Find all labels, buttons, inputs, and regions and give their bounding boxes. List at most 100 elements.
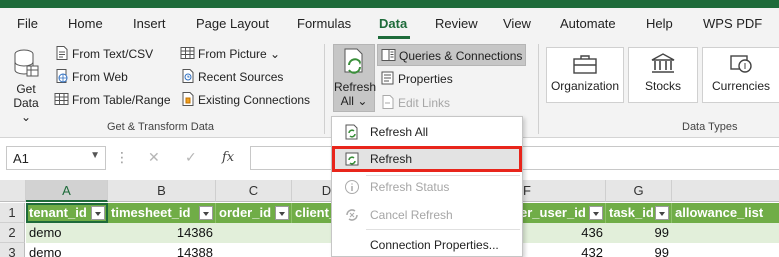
table-header-cell[interactable]: order_id (216, 203, 292, 223)
from-picture-button[interactable]: From Picture ⌄ (180, 46, 280, 61)
filter-dropdown-icon[interactable] (199, 206, 213, 220)
column-header-a[interactable]: A (26, 180, 108, 202)
organization-label: Organization (550, 79, 620, 93)
row-header-1[interactable]: 1 (0, 203, 25, 223)
text-file-icon (56, 46, 68, 60)
bank-icon (651, 53, 675, 73)
edit-links-button[interactable]: Edit Links (380, 95, 450, 110)
refresh-all-icon (345, 124, 358, 140)
table-header-cell[interactable]: tenant_id (26, 203, 108, 223)
header-text: allowance_list (675, 205, 764, 220)
tab-automate[interactable]: Automate (560, 16, 616, 31)
table-cell[interactable]: 14388 (108, 243, 216, 257)
table-cell[interactable]: 14386 (108, 223, 216, 243)
enter-icon[interactable]: ✓ (185, 149, 197, 166)
connections-icon (182, 92, 194, 106)
tab-page-layout[interactable]: Page Layout (196, 16, 269, 31)
column-header-b[interactable]: B (108, 180, 216, 202)
row-header-3[interactable]: 3 (0, 243, 25, 257)
header-text: task_id (609, 205, 654, 220)
title-bar-strip (0, 0, 779, 8)
currencies-label: Currencies (711, 79, 771, 93)
tab-review[interactable]: Review (435, 16, 478, 31)
from-text-csv-button[interactable]: From Text/CSV (54, 46, 153, 61)
table-cell[interactable]: 99 (606, 223, 672, 243)
data-type-currencies[interactable]: Currencies (702, 47, 779, 103)
tab-insert[interactable]: Insert (133, 16, 166, 31)
chevron-down-icon: ▼ (90, 150, 100, 161)
table-header-cell[interactable]: task_id (606, 203, 672, 223)
group-separator (324, 44, 325, 134)
menu-item-label: Refresh Status (370, 180, 450, 194)
tab-view[interactable]: View (503, 16, 531, 31)
column-header-h[interactable] (672, 180, 779, 202)
picture-table-icon (180, 47, 195, 59)
group-label-data-types: Data Types (682, 121, 738, 133)
table-header-cell[interactable]: allowance_list (672, 203, 779, 223)
data-type-organization[interactable]: Organization (546, 47, 624, 103)
menu-item-refresh-status[interactable]: Refresh Status (332, 174, 522, 200)
queries-pane-icon (381, 49, 396, 61)
refresh-all-label2: All ⌄ (340, 94, 368, 108)
filter-dropdown-icon[interactable] (655, 206, 669, 220)
menu-item-refresh-all[interactable]: Refresh All (332, 119, 522, 145)
tab-help[interactable]: Help (646, 16, 673, 31)
queries-connections-button[interactable]: Queries & Connections (377, 44, 526, 66)
data-type-stocks[interactable]: Stocks (628, 47, 698, 103)
recent-sources-button[interactable]: Recent Sources (180, 69, 283, 84)
header-text: client_ (295, 205, 337, 220)
currency-icon (730, 55, 752, 73)
more-dots-icon: ⋮ (115, 149, 129, 165)
database-icon (14, 49, 39, 77)
refresh-all-icon (344, 48, 363, 74)
name-box-value: A1 (13, 151, 29, 166)
tab-data[interactable]: Data (379, 16, 407, 31)
table-cell[interactable]: 99 (606, 243, 672, 257)
get-data-label1: Get (16, 82, 36, 96)
menu-item-connection-properties[interactable]: Connection Properties... (332, 232, 522, 257)
filter-dropdown-icon[interactable] (91, 206, 105, 220)
briefcase-icon (573, 55, 597, 74)
chevron-down-icon: ⌄ (270, 47, 281, 61)
properties-icon (381, 71, 394, 85)
header-text: tenant_id (29, 205, 87, 220)
table-cell[interactable]: demo (26, 223, 108, 243)
menu-item-label: Cancel Refresh (370, 208, 453, 222)
name-box[interactable]: A1 ▼ (6, 146, 106, 170)
row-header-2[interactable]: 2 (0, 223, 25, 243)
column-header-c[interactable]: C (216, 180, 292, 202)
existing-connections-button[interactable]: Existing Connections (180, 92, 310, 107)
table-cell[interactable]: demo (26, 243, 108, 257)
info-icon (345, 180, 359, 194)
tab-home[interactable]: Home (68, 16, 103, 31)
filter-dropdown-icon[interactable] (275, 206, 289, 220)
stocks-label: Stocks (644, 79, 681, 93)
active-tab-indicator (378, 36, 410, 39)
cancel-icon[interactable]: ✕ (148, 149, 160, 166)
refresh-all-button[interactable]: Refresh All ⌄ (333, 44, 376, 112)
menu-item-label: Connection Properties... (370, 238, 499, 252)
recent-sources-icon (182, 69, 194, 83)
menu-item-refresh[interactable]: Refresh (332, 146, 522, 172)
properties-button[interactable]: Properties (380, 71, 453, 86)
chevron-down-icon: ⌄ (20, 110, 32, 124)
tab-wps-pdf[interactable]: WPS PDF (703, 16, 762, 31)
web-page-icon (56, 69, 68, 83)
tab-file[interactable]: File (17, 16, 38, 31)
select-all-corner[interactable] (0, 180, 26, 202)
edit-links-icon (382, 95, 394, 109)
header-text: timesheet_id (111, 205, 191, 220)
insert-function-icon[interactable]: fx (222, 150, 234, 165)
header-text: order_id (219, 205, 272, 220)
menu-item-cancel-refresh[interactable]: Cancel Refresh (332, 202, 522, 228)
cancel-refresh-icon (346, 209, 358, 221)
column-header-g[interactable]: G (606, 180, 672, 202)
filter-dropdown-icon[interactable] (589, 206, 603, 220)
get-data-button[interactable]: Get Data ⌄ (8, 48, 44, 124)
from-table-range-button[interactable]: From Table/Range (54, 92, 171, 107)
refresh-dropdown-menu: Refresh All Refresh Refresh Status Cance… (331, 116, 523, 257)
from-web-button[interactable]: From Web (54, 69, 128, 84)
table-header-cell[interactable]: timesheet_id (108, 203, 216, 223)
refresh-icon (345, 152, 359, 166)
tab-formulas[interactable]: Formulas (297, 16, 351, 31)
